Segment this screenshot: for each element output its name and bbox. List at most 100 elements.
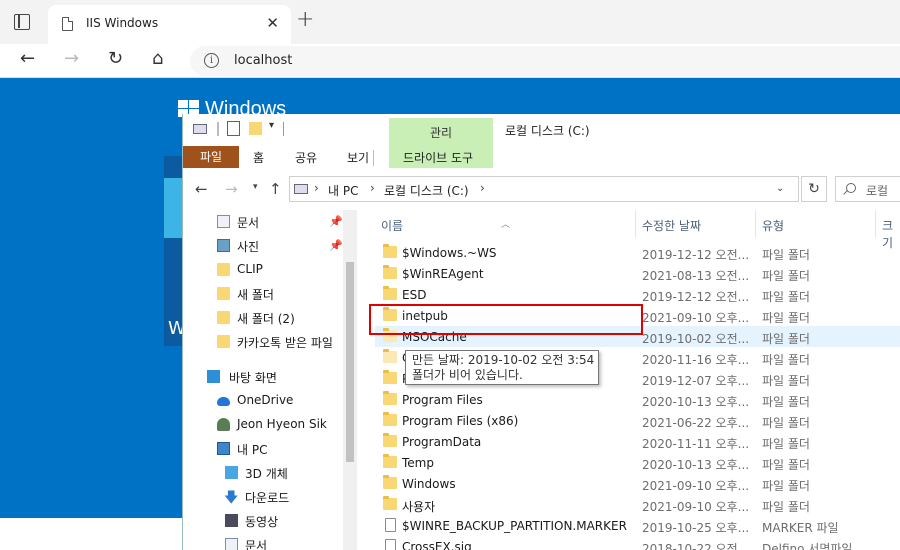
file-row[interactable]: ProgramData 2020-11-11 오후... 파일 폴더 [375, 431, 900, 452]
file-row[interactable]: 사용자 2021-09-10 오후... 파일 폴더 [375, 494, 900, 515]
file-type: 파일 폴더 [762, 416, 810, 430]
folder-icon [383, 475, 397, 489]
file-name: ProgramData [402, 435, 482, 449]
nav-item-label: 동영상 [245, 515, 279, 529]
file-row[interactable]: Temp 2020-10-13 오후... 파일 폴더 [375, 452, 900, 473]
sort-ascending-icon: ︿ [501, 220, 511, 230]
file-name: Temp [402, 456, 434, 470]
pin-icon[interactable]: 📌 [329, 215, 343, 228]
nav-item-desktop[interactable]: 바탕 화면 [183, 365, 343, 389]
column-header-label: 수정한 날짜 [642, 219, 702, 233]
tab-home[interactable]: 홈 [253, 149, 264, 166]
new-tab-button[interactable]: + [296, 9, 314, 31]
file-row[interactable]: Windows 2021-09-10 오후... 파일 폴더 [375, 473, 900, 494]
breadcrumb-separator[interactable]: › [370, 181, 375, 195]
file-date: 2021-09-10 오후... [642, 479, 750, 493]
url-text[interactable]: localhost [234, 53, 292, 68]
context-tab-label: 관리 [429, 126, 453, 140]
user-icon [217, 418, 230, 431]
column-header-type[interactable]: 유형 [756, 210, 878, 238]
breadcrumb-this-pc[interactable]: 내 PC [328, 182, 358, 199]
file-row[interactable]: Program Files 2020-10-13 오후... 파일 폴더 [375, 389, 900, 410]
file-row[interactable]: $Windows.~WS 2019-12-12 오전... 파일 폴더 [375, 242, 900, 263]
explorer-back-button[interactable]: ← [195, 180, 208, 198]
file-date: 2021-09-10 오후... [642, 311, 750, 325]
nav-item-documents[interactable]: 문서 📌 [183, 210, 343, 234]
close-icon[interactable]: ✕ [266, 14, 279, 32]
folder-tooltip: 만든 날짜: 2019-10-02 오전 3:54 폴더가 비어 있습니다. [405, 350, 599, 385]
breadcrumb-local-disk[interactable]: 로컬 디스크 (C:) [384, 182, 469, 199]
customize-toolbar-icon[interactable]: ▾ [269, 120, 274, 131]
file-name: Program Files [402, 393, 483, 407]
explorer-address-bar[interactable]: › 내 PC › 로컬 디스크 (C:) › ⌄ [289, 176, 799, 202]
file-row[interactable]: $WINRE_BACKUP_PARTITION.MARKER 2019-10-25… [375, 515, 900, 536]
nav-item-3d-objects[interactable]: 3D 개체 [183, 461, 343, 485]
properties-icon[interactable] [227, 121, 240, 136]
nav-item-new-folder-2[interactable]: 새 폴더 (2) [183, 306, 343, 330]
file-row[interactable]: $WinREAgent 2021-08-13 오전... 파일 폴더 [375, 263, 900, 284]
nav-item-documents-2[interactable]: 문서 [183, 533, 343, 550]
nav-item-label: 문서 [237, 216, 260, 230]
file-row[interactable]: CrossEX.sig 2018-10-22 오전... Delfino 서명파일 [375, 536, 900, 550]
info-icon[interactable]: i [204, 53, 219, 68]
nav-item-this-pc[interactable]: 내 PC [183, 437, 343, 461]
nav-item-videos[interactable]: 동영상 [183, 509, 343, 533]
recent-locations-button[interactable]: ▾ [253, 182, 258, 192]
new-folder-icon[interactable] [249, 122, 262, 135]
forward-button[interactable]: → [64, 48, 79, 70]
folder-icon [383, 244, 397, 258]
file-date: 2020-11-11 오후... [642, 437, 750, 451]
home-button[interactable]: ⌂ [152, 48, 163, 70]
nav-item-new-folder[interactable]: 새 폴더 [183, 282, 343, 306]
scrollbar-thumb[interactable] [346, 262, 354, 462]
breadcrumb-separator[interactable]: › [314, 181, 319, 195]
folder-icon [383, 349, 397, 363]
nav-item-onedrive[interactable]: OneDrive [183, 389, 343, 413]
up-button[interactable]: ↑ [269, 180, 282, 198]
pin-icon[interactable]: 📌 [329, 239, 343, 252]
column-header-size[interactable]: 크기 [876, 210, 900, 250]
tooltip-created-date: 만든 날짜: 2019-10-02 오전 3:54 [412, 353, 595, 367]
tab-actions-icon[interactable] [14, 14, 30, 30]
column-header-date[interactable]: 수정한 날짜 [636, 210, 756, 238]
browser-tab[interactable]: IIS Windows ✕ [48, 5, 291, 44]
tab-share[interactable]: 공유 [295, 149, 317, 166]
nav-item-label: CLIP [237, 262, 263, 276]
browser-tab-bar: IIS Windows ✕ + [0, 0, 900, 44]
column-header-name[interactable]: 이름 ︿ [375, 210, 635, 238]
address-bar[interactable]: i localhost [190, 46, 900, 76]
file-name: Windows [402, 477, 456, 491]
nav-item-user[interactable]: Jeon Hyeon Sik [183, 413, 343, 437]
folder-icon [383, 265, 397, 279]
file-icon [385, 539, 396, 550]
tab-view[interactable]: 보기 [347, 149, 369, 166]
folder-icon [383, 286, 397, 300]
navigation-pane: 문서 📌 사진 📌 CLIP 새 폴더 새 폴더 (2) 카카오톡 받은 파일 … [183, 210, 355, 550]
column-header-label: 유형 [762, 219, 785, 233]
tab-file[interactable]: 파일 [183, 146, 239, 168]
breadcrumb-separator[interactable]: › [480, 181, 485, 195]
file-row[interactable]: Program Files (x86) 2021-06-22 오후... 파일 폴더 [375, 410, 900, 431]
refresh-button[interactable]: ↻ [108, 48, 123, 70]
explorer-forward-button[interactable]: → [225, 180, 238, 198]
nav-item-downloads[interactable]: 다운로드 [183, 485, 343, 511]
navigation-scrollbar[interactable] [343, 210, 357, 550]
explorer-search-box[interactable]: 로컬 [835, 176, 900, 202]
drive-icon [193, 124, 207, 134]
nav-item-label: 사진 [237, 240, 260, 254]
file-name: CrossEX.sig [402, 540, 472, 550]
address-dropdown-icon[interactable]: ⌄ [776, 183, 784, 194]
search-icon [846, 183, 856, 193]
back-button[interactable]: ← [20, 48, 35, 70]
folder-icon [217, 263, 230, 276]
file-row[interactable]: ESD 2019-12-12 오전... 파일 폴더 [375, 284, 900, 305]
explorer-refresh-button[interactable]: ↻ [801, 176, 827, 202]
tab-drive-tools[interactable]: 드라이브 도구 [403, 149, 473, 166]
nav-item-kakaotalk[interactable]: 카카오톡 받은 파일 [183, 330, 343, 354]
nav-item-clip[interactable]: CLIP [183, 258, 343, 282]
nav-item-pictures[interactable]: 사진 📌 [183, 234, 343, 258]
file-name: ESD [402, 288, 427, 302]
tooltip-empty-note: 폴더가 비어 있습니다. [412, 368, 523, 382]
file-date: 2021-06-22 오후... [642, 416, 750, 430]
file-type: 파일 폴더 [762, 311, 810, 325]
